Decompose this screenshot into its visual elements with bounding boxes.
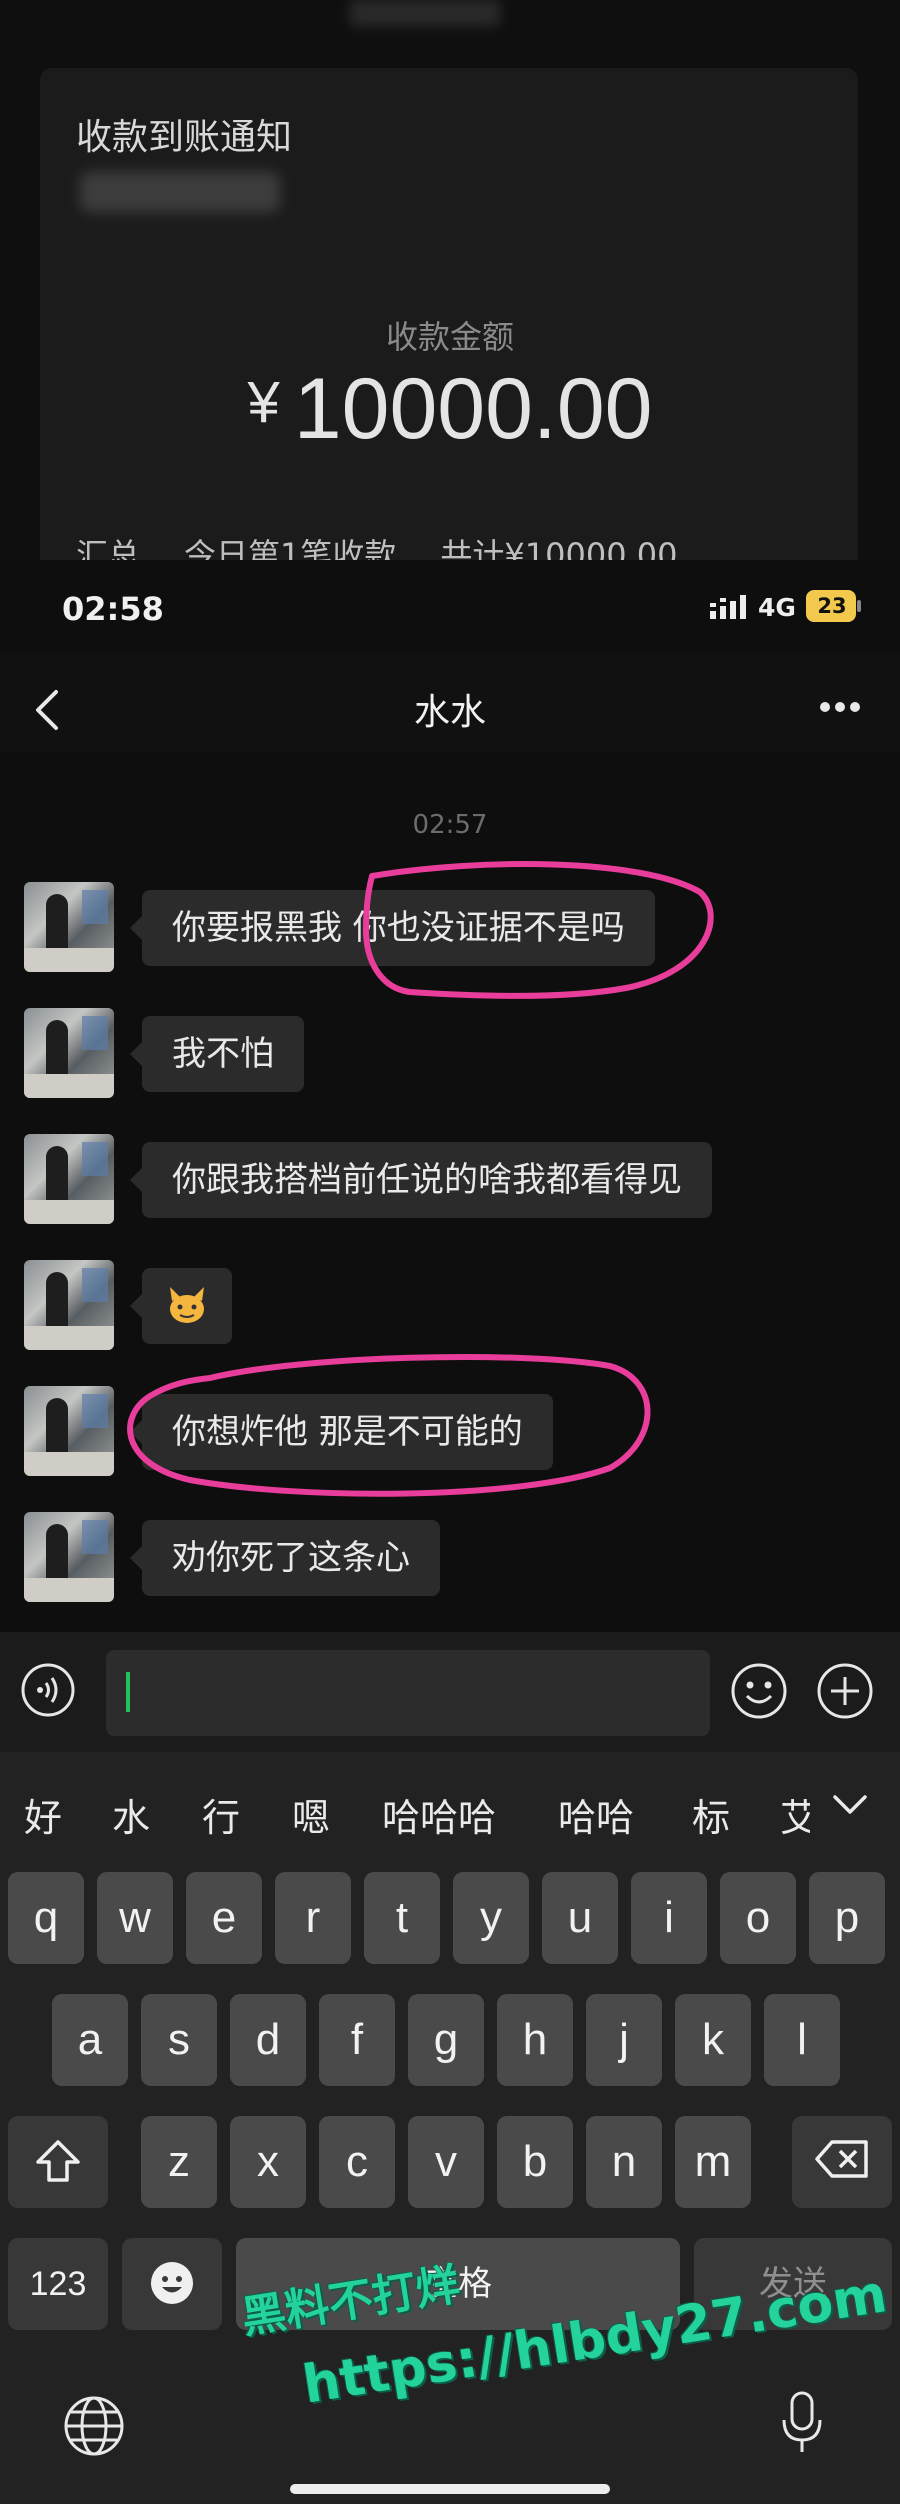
key-z[interactable]: z (141, 2116, 217, 2208)
key-c[interactable]: c (319, 2116, 395, 2208)
key-e[interactable]: e (186, 1872, 262, 1964)
contact-avatar[interactable] (24, 1512, 114, 1602)
chat-title: 水水 (413, 692, 486, 733)
message-bubble[interactable]: 你跟我搭档前任说的啥我都看得见 (130, 1142, 712, 1218)
contact-avatar[interactable] (24, 1386, 114, 1476)
key-u[interactable]: u (542, 1872, 618, 1964)
notification-title: 收款到账通知 (76, 117, 293, 158)
key-q[interactable]: q (8, 1872, 84, 1964)
network-type: 4G (758, 593, 796, 622)
blurred-text (350, 0, 500, 26)
suggestion-item[interactable]: 标 (692, 1787, 730, 1842)
suggestion-item-clipped[interactable]: 艾 (780, 1787, 810, 1837)
key-l[interactable]: l (764, 1994, 840, 2086)
key-t[interactable]: t (364, 1872, 440, 1964)
key-w[interactable]: w (97, 1872, 173, 1964)
cat-face-emoji-icon (170, 1287, 204, 1323)
key-d[interactable]: d (230, 1994, 306, 2086)
suggestion-item[interactable]: 嗯 (292, 1787, 330, 1842)
message-input[interactable] (106, 1650, 710, 1736)
message-bubble[interactable]: 劝你死了这条心 (130, 1520, 440, 1596)
message-bubble[interactable]: 你要报黑我 你也没证据不是吗 (130, 890, 655, 966)
status-time: 02:58 (62, 590, 164, 628)
plus-icon[interactable] (816, 1662, 874, 1720)
contact-avatar[interactable] (24, 1260, 114, 1350)
contact-avatar[interactable] (24, 882, 114, 972)
signal-strength-icon (710, 595, 746, 619)
key-f[interactable]: f (319, 1994, 395, 2086)
microphone-icon[interactable] (780, 2390, 824, 2456)
blurred-subtitle (80, 172, 280, 212)
battery-level: 23 (817, 594, 847, 618)
emoji-icon[interactable] (730, 1662, 788, 1720)
key-i[interactable]: i (631, 1872, 707, 1964)
voice-input-icon[interactable] (20, 1662, 76, 1718)
key-k[interactable]: k (675, 1994, 751, 2086)
suggestion-item[interactable]: 哈哈哈 (382, 1787, 496, 1842)
contact-avatar[interactable] (24, 1008, 114, 1098)
key-r[interactable]: r (275, 1872, 351, 1964)
key-v[interactable]: v (408, 2116, 484, 2208)
backspace-icon (815, 2140, 868, 2178)
suggestion-item[interactable]: 哈哈 (558, 1787, 634, 1842)
currency-symbol: ¥ (247, 370, 280, 435)
key-m[interactable]: m (675, 2116, 751, 2208)
amount-label: 收款金额 (385, 318, 514, 356)
payment-amount: ¥10000.00 (0, 360, 900, 459)
key-b[interactable]: b (497, 2116, 573, 2208)
key-h[interactable]: h (497, 1994, 573, 2086)
shift-key[interactable] (8, 2116, 108, 2208)
key-o[interactable]: o (720, 1872, 796, 1964)
home-indicator (290, 2484, 610, 2494)
key-p[interactable]: p (809, 1872, 885, 1964)
message-bubble[interactable]: 我不怕 (130, 1016, 304, 1092)
contact-avatar[interactable] (24, 1134, 114, 1224)
delete-key[interactable] (792, 2116, 892, 2208)
more-options-icon[interactable] (818, 700, 862, 714)
key-n[interactable]: n (586, 2116, 662, 2208)
key-x[interactable]: x (230, 2116, 306, 2208)
text-cursor (126, 1672, 130, 1712)
suggestion-item[interactable]: 水 (112, 1787, 150, 1842)
key-y[interactable]: y (453, 1872, 529, 1964)
suggestion-item[interactable]: 好 (24, 1787, 62, 1842)
key-j[interactable]: j (586, 1994, 662, 2086)
key-g[interactable]: g (408, 1994, 484, 2086)
shift-arrow-icon (36, 2140, 80, 2182)
message-bubble[interactable]: 你想炸他 那是不可能的 (130, 1394, 553, 1470)
suggestion-item[interactable]: 行 (202, 1787, 240, 1842)
globe-icon[interactable] (62, 2394, 126, 2458)
cat-face-emoji-bubble[interactable] (130, 1268, 232, 1344)
numbers-key[interactable]: 123 (8, 2238, 108, 2330)
key-s[interactable]: s (141, 1994, 217, 2086)
suggestion-item: 艾 (780, 1796, 810, 1837)
chevron-down-icon[interactable] (832, 1794, 868, 1816)
message-timestamp: 02:57 (412, 810, 488, 840)
key-a[interactable]: a (52, 1994, 128, 2086)
amount-value: 10000.00 (293, 361, 653, 457)
